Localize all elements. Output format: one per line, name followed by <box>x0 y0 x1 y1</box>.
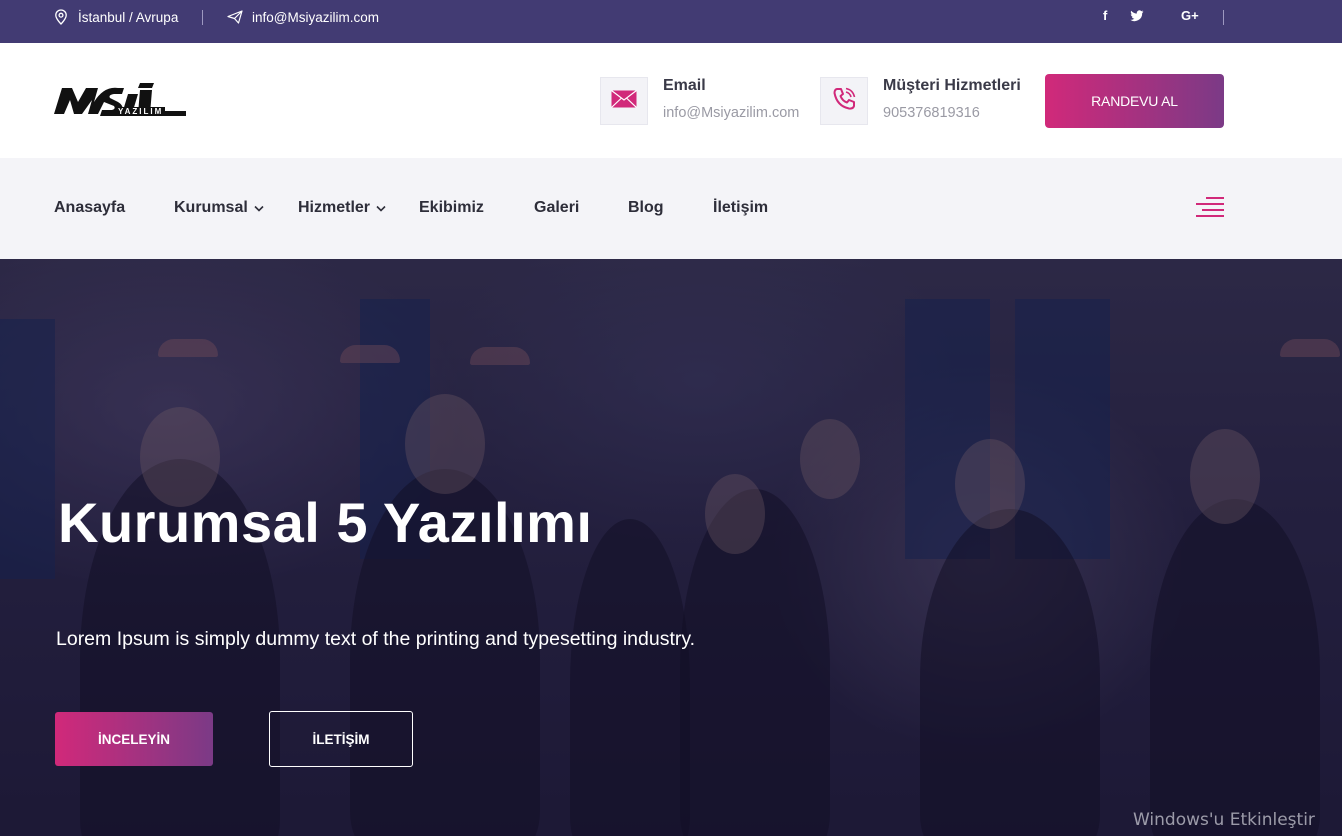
nav-label: Galeri <box>534 199 580 216</box>
email-icon-box <box>600 77 648 125</box>
windows-activation-watermark: Windows'u Etkinleştir <box>1133 810 1315 830</box>
divider <box>1223 10 1224 25</box>
nav-label: Ekibimiz <box>419 199 484 216</box>
nav-item-corporate[interactable]: Kurumsal <box>174 199 264 217</box>
site-logo[interactable]: YAZILIM <box>54 80 188 120</box>
nav-label: İletişim <box>713 199 769 216</box>
contact-button[interactable]: İLETİŞİM <box>269 711 413 767</box>
phone-icon-box <box>820 77 868 125</box>
logo-subtext: YAZILIM <box>116 107 166 116</box>
service-phone[interactable]: 905376819316 <box>883 105 980 121</box>
nav-item-contact[interactable]: İletişim <box>713 199 768 217</box>
nav-item-blog[interactable]: Blog <box>628 199 664 217</box>
appointment-button[interactable]: RANDEVU AL <box>1045 74 1224 128</box>
facebook-icon[interactable]: f <box>1103 8 1107 24</box>
hamburger-menu-icon[interactable] <box>1196 197 1224 219</box>
service-title: Müşteri Hizmetleri <box>883 77 1021 94</box>
nav-item-services[interactable]: Hizmetler <box>298 199 386 217</box>
email-link[interactable]: info@Msiyazilim.com <box>252 10 379 25</box>
nav-label: Kurumsal <box>174 199 248 216</box>
envelope-icon <box>611 89 637 113</box>
chevron-down-icon <box>254 199 264 217</box>
location-pin-icon <box>54 9 68 25</box>
twitter-icon[interactable] <box>1130 8 1144 22</box>
hero-description: Lorem Ipsum is simply dummy text of the … <box>56 628 696 650</box>
chevron-down-icon <box>376 199 386 217</box>
location-info: İstanbul / Avrupa <box>54 0 178 34</box>
nav-label: Hizmetler <box>298 199 371 216</box>
email-title: Email <box>663 77 706 94</box>
nav-label: Anasayfa <box>54 199 126 216</box>
explore-button[interactable]: İNCELEYİN <box>55 712 213 766</box>
top-bar: İstanbul / Avrupa info@Msiyazilim.com f … <box>0 0 1342 43</box>
email-value[interactable]: info@Msiyazilim.com <box>663 105 799 121</box>
nav-label: Blog <box>628 199 664 216</box>
location-text: İstanbul / Avrupa <box>78 9 179 25</box>
divider <box>202 10 203 25</box>
hero-title: Kurumsal 5 Yazılımı <box>58 491 593 554</box>
nav-item-team[interactable]: Ekibimiz <box>419 199 484 217</box>
phone-icon <box>831 86 857 117</box>
email-info[interactable]: info@Msiyazilim.com <box>227 0 379 34</box>
paper-plane-icon <box>227 10 243 24</box>
nav-item-gallery[interactable]: Galeri <box>534 199 579 217</box>
google-plus-icon[interactable]: G+ <box>1181 8 1199 24</box>
nav-item-home[interactable]: Anasayfa <box>54 199 125 217</box>
